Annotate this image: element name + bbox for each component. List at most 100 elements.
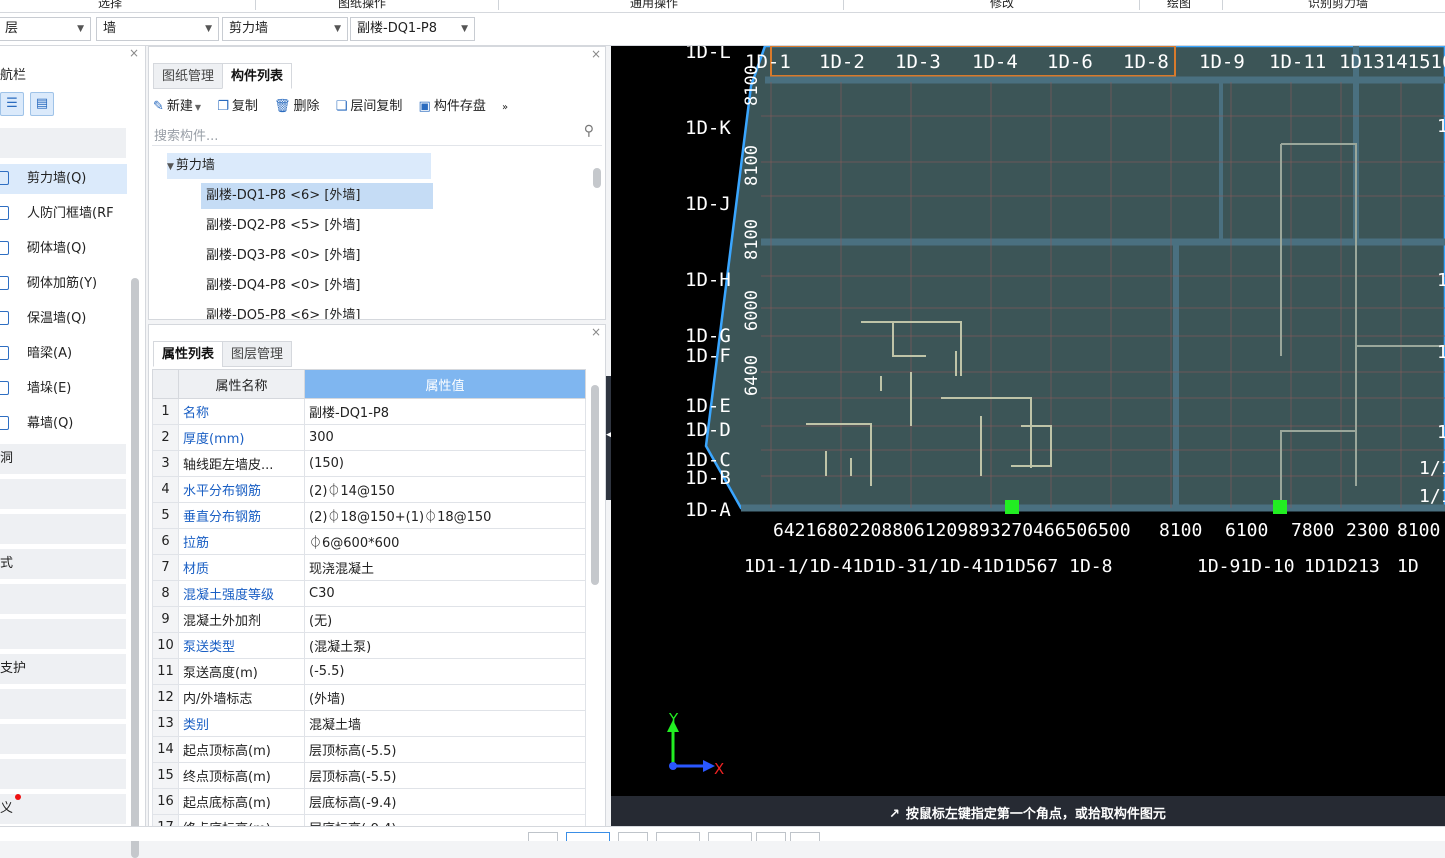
nav-group[interactable]: 洞 bbox=[0, 444, 126, 474]
property-value[interactable]: 层顶标高(-5.5) bbox=[304, 736, 586, 763]
detail-view-icon[interactable]: ▤ bbox=[30, 92, 54, 116]
search-input[interactable]: 搜索构件... bbox=[154, 125, 218, 144]
property-value[interactable]: (150) bbox=[304, 450, 586, 477]
property-row[interactable]: 9 混凝土外加剂 (无) bbox=[152, 606, 586, 633]
property-value[interactable]: 现浇混凝土 bbox=[304, 554, 586, 581]
property-value[interactable]: C30 bbox=[304, 580, 586, 607]
nav-group[interactable] bbox=[0, 584, 126, 614]
component-list-scrollbar[interactable] bbox=[593, 168, 601, 188]
nav-group[interactable]: 义 bbox=[0, 794, 126, 824]
nav-group[interactable] bbox=[0, 689, 126, 719]
property-row[interactable]: 8 混凝土强度等级 C30 bbox=[152, 580, 586, 607]
close-icon[interactable]: × bbox=[129, 46, 139, 60]
search-icon[interactable]: ⚲ bbox=[584, 123, 594, 139]
top-axis-label: 1D-3 bbox=[895, 51, 941, 73]
tab-property-list[interactable]: 属性列表 bbox=[153, 341, 224, 367]
nav-item-insulation-wall[interactable]: 保温墙(Q) bbox=[0, 304, 127, 334]
property-value[interactable]: (外墙) bbox=[304, 684, 586, 711]
nav-item-shear-wall[interactable]: 剪力墙(Q) bbox=[0, 164, 127, 194]
close-icon[interactable]: × bbox=[591, 47, 601, 61]
property-row[interactable]: 11 泵送高度(m) (-5.5) bbox=[152, 658, 586, 685]
tab-layer-management[interactable]: 图层管理 bbox=[222, 341, 293, 367]
property-row[interactable]: 1 名称 副楼-DQ1-P8 bbox=[152, 398, 586, 425]
nav-group[interactable] bbox=[0, 759, 126, 789]
property-row[interactable]: 4 水平分布钢筋 (2)⏀14@150 bbox=[152, 476, 586, 503]
floor-select-value: 层 bbox=[5, 21, 19, 36]
save-component-button[interactable]: ▣ 构件存盘 bbox=[419, 95, 486, 119]
property-row[interactable]: 3 轴线距左墙皮... (150) bbox=[152, 450, 586, 477]
property-value[interactable]: 层顶标高(-5.5) bbox=[304, 762, 586, 789]
ribbon-label-select[interactable]: 选择 bbox=[98, 0, 122, 11]
property-value[interactable]: (2)⏀18@150+(1)⏀18@150 bbox=[304, 502, 586, 529]
property-scrollbar[interactable] bbox=[591, 385, 599, 585]
more-icon[interactable]: » bbox=[502, 96, 508, 120]
floor-select[interactable]: 层 ▼ bbox=[0, 17, 91, 41]
delete-button[interactable]: 🗑 删除 bbox=[274, 95, 320, 119]
property-value[interactable]: (-5.5) bbox=[304, 658, 586, 685]
property-row[interactable]: 5 垂直分布钢筋 (2)⏀18@150+(1)⏀18@150 bbox=[152, 502, 586, 529]
property-row[interactable]: 2 厚度(mm) 300 bbox=[152, 424, 586, 451]
nav-item-masonry-wall[interactable]: 砌体墙(Q) bbox=[0, 234, 127, 264]
close-icon[interactable]: × bbox=[591, 325, 601, 339]
bottom-dimension: 642168022088061209893270466506500 bbox=[773, 520, 1131, 541]
nav-item-wall-pier[interactable]: 墙垛(E) bbox=[0, 374, 127, 404]
tab-drawing-management[interactable]: 图纸管理 bbox=[153, 63, 224, 89]
property-value[interactable]: (混凝土泵) bbox=[304, 632, 586, 659]
ribbon-label-general-ops[interactable]: 通用操作 bbox=[630, 0, 678, 11]
property-value[interactable]: ⏀6@600*600 bbox=[304, 528, 586, 555]
property-row[interactable]: 6 拉筋 ⏀6@600*600 bbox=[152, 528, 586, 555]
category-select[interactable]: 墙 ▼ bbox=[96, 17, 219, 41]
nav-item-hidden-beam[interactable]: 暗梁(A) bbox=[0, 339, 127, 369]
component-select[interactable]: 副楼-DQ1-P8 ▼ bbox=[350, 17, 475, 41]
new-component-button[interactable]: ✎ 新建 ▼ bbox=[153, 95, 201, 119]
property-value[interactable]: 300 bbox=[304, 424, 586, 451]
tree-item[interactable]: 副楼-DQ4-P8 <0> [外墙] bbox=[201, 273, 360, 299]
list-view-icon[interactable]: ☰ bbox=[0, 92, 24, 116]
property-row[interactable]: 12 内/外墙标志 (外墙) bbox=[152, 684, 586, 711]
layers-copy-icon: ❏ bbox=[335, 99, 348, 114]
nav-group[interactable]: 支护 bbox=[0, 654, 126, 684]
property-row[interactable]: 13 类别 混凝土墙 bbox=[152, 710, 586, 737]
nav-group[interactable] bbox=[0, 724, 126, 754]
copy-button[interactable]: ❐ 复制 bbox=[217, 95, 258, 119]
ribbon-label-drawing-ops[interactable]: 图纸操作 bbox=[338, 0, 386, 11]
nav-item-curtain-wall[interactable]: 幕墙(Q) bbox=[0, 409, 127, 439]
ribbon-label-draw[interactable]: 绘图 bbox=[1167, 0, 1191, 11]
navigation-scrollbar[interactable] bbox=[131, 278, 139, 858]
tree-item[interactable]: 副楼-DQ5-P8 <6> [外墙] bbox=[201, 303, 360, 319]
nav-group[interactable] bbox=[0, 479, 126, 509]
property-value[interactable]: (2)⏀14@150 bbox=[304, 476, 586, 503]
right-axis-label: 1 bbox=[1437, 422, 1445, 443]
nav-item-masonry-rebar[interactable]: 砌体加筋(Y) bbox=[0, 269, 127, 299]
tree-node-shear-wall[interactable]: ▼ 剪力墙 bbox=[167, 153, 431, 179]
nav-group[interactable]: 式 bbox=[0, 549, 126, 579]
ribbon-label-modify[interactable]: 修改 bbox=[990, 0, 1014, 11]
property-row[interactable]: 14 起点顶标高(m) 层顶标高(-5.5) bbox=[152, 736, 586, 763]
copy-between-floors-button[interactable]: ❏ 层间复制 bbox=[336, 95, 403, 119]
tree-item[interactable]: 副楼-DQ2-P8 <5> [外墙] bbox=[201, 213, 360, 239]
row-number: 13 bbox=[152, 710, 179, 737]
component-search[interactable]: 搜索构件... ⚲ bbox=[152, 123, 602, 146]
type-select[interactable]: 剪力墙 ▼ bbox=[222, 17, 348, 41]
ribbon-label-recognize-wall[interactable]: 识别剪力墙 bbox=[1308, 0, 1368, 11]
bottom-axis-label: 1D-91D-10 bbox=[1197, 556, 1295, 577]
property-name: 起点底标高(m) bbox=[178, 788, 305, 815]
property-row[interactable]: 15 终点顶标高(m) 层顶标高(-5.5) bbox=[152, 762, 586, 789]
tree-item[interactable]: 副楼-DQ3-P8 <0> [外墙] bbox=[201, 243, 360, 269]
vertical-dimension: 8100 bbox=[742, 65, 762, 106]
property-value[interactable]: 层底标高(-9.4) bbox=[304, 788, 586, 815]
nav-group[interactable] bbox=[0, 619, 126, 649]
drawing-canvas[interactable]: 1D-1 1D-2 1D-3 1D-4 1D-6 1D-8 1D-9 1D-11 1D13141… bbox=[611, 46, 1445, 796]
property-value[interactable]: 副楼-DQ1-P8 bbox=[304, 398, 586, 425]
tab-component-list[interactable]: 构件列表 bbox=[222, 63, 293, 89]
left-axis-label: 1D-J bbox=[685, 193, 731, 215]
tree-item[interactable]: 副楼-DQ1-P8 <6> [外墙] bbox=[201, 183, 433, 209]
property-row[interactable]: 7 材质 现浇混凝土 bbox=[152, 554, 586, 581]
cad-drawing[interactable]: 1D-1 1D-2 1D-3 1D-4 1D-6 1D-8 1D-9 1D-11 1D13141… bbox=[611, 46, 1445, 796]
property-value[interactable]: (无) bbox=[304, 606, 586, 633]
nav-item-civil-defense-wall[interactable]: 人防门框墙(RF bbox=[0, 199, 127, 229]
property-row[interactable]: 10 泵送类型 (混凝土泵) bbox=[152, 632, 586, 659]
nav-group[interactable] bbox=[0, 514, 126, 544]
property-value[interactable]: 混凝土墙 bbox=[304, 710, 586, 737]
property-row[interactable]: 16 起点底标高(m) 层底标高(-9.4) bbox=[152, 788, 586, 815]
